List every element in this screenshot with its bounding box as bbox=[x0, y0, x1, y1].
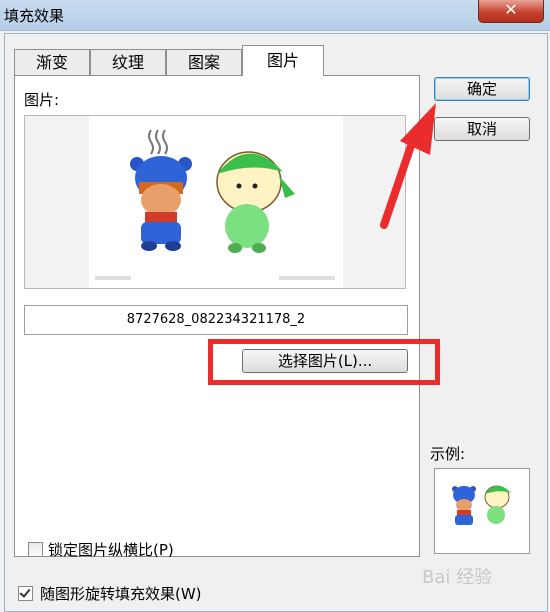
title-bar: 填充效果 ✕ bbox=[0, 0, 550, 31]
rotate-with-shape-label: 随图形旋转填充效果(W) bbox=[40, 585, 202, 603]
close-icon: ✕ bbox=[504, 0, 518, 19]
tab-texture[interactable]: 纹理 bbox=[90, 49, 166, 76]
picture-label: 图片: bbox=[24, 91, 60, 109]
tab-picture[interactable]: 图片 bbox=[242, 45, 324, 76]
annotation-highlight-box bbox=[208, 339, 440, 385]
dialog-body: 渐变 纹理 图案 图片 图片: 8727628_082234321178_2 选… bbox=[0, 31, 550, 612]
sample-preview bbox=[434, 468, 530, 554]
sample-label: 示例: bbox=[430, 445, 466, 463]
lock-aspect-checkbox[interactable] bbox=[28, 542, 43, 557]
sample-image bbox=[452, 485, 511, 525]
rotate-with-shape-checkbox[interactable] bbox=[18, 586, 33, 601]
picture-preview bbox=[24, 115, 406, 289]
annotation-arrow-icon bbox=[380, 103, 436, 229]
watermark: Bai 经验 bbox=[422, 567, 493, 588]
preview-image bbox=[89, 116, 343, 288]
close-button[interactable]: ✕ bbox=[478, 0, 544, 23]
tab-gradient[interactable]: 渐变 bbox=[14, 49, 90, 76]
lock-aspect-label: 锁定图片纵横比(P) bbox=[48, 541, 174, 559]
cancel-button[interactable]: 取消 bbox=[434, 117, 530, 141]
window-title: 填充效果 bbox=[4, 7, 65, 25]
picture-name-field: 8727628_082234321178_2 bbox=[24, 305, 408, 335]
ok-button[interactable]: 确定 bbox=[434, 77, 530, 101]
cartoon-image bbox=[95, 129, 335, 280]
tab-pattern[interactable]: 图案 bbox=[166, 49, 242, 76]
